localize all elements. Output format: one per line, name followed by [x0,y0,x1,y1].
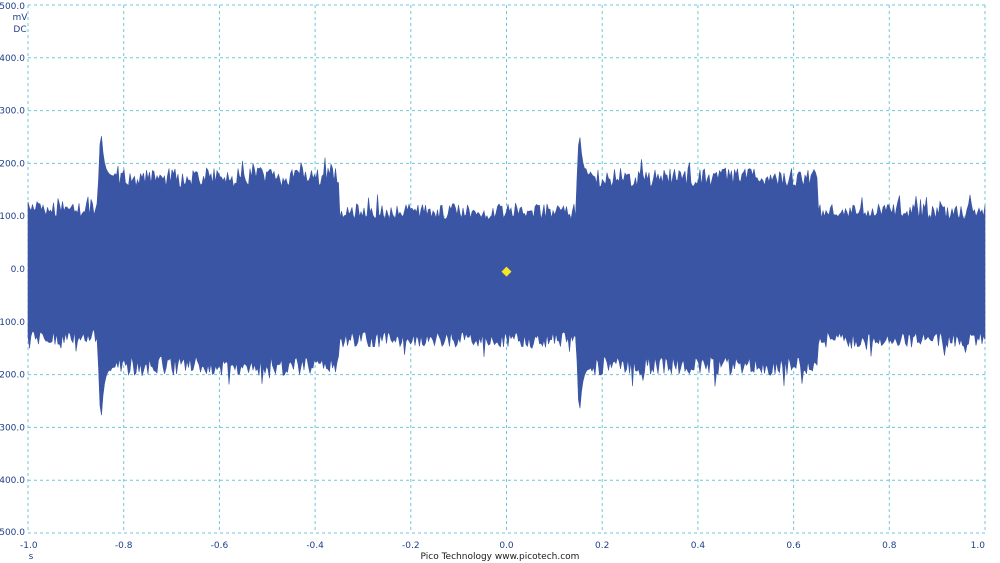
y-tick-label: -200.0 [0,371,25,381]
y-tick-label: 400.0 [0,54,25,64]
y-tick-label: 100.0 [0,212,25,222]
x-tick-label: 1.0 [971,541,986,551]
y-axis-ticks: 500.0 400.0 300.0 200.0 100.0 0.0 -100.0 -200.0… [0,2,25,538]
x-tick-label: 0.4 [691,541,706,551]
y-tick-label: 300.0 [0,107,25,117]
x-axis-ticks: -1.0 -0.8 -0.6 -0.4 -0.2 0.0 0.2 0.4 0.6 0.8 1.0 [20,541,985,551]
x-tick-label: 0.2 [595,541,609,551]
x-tick-label: 0.0 [499,541,514,551]
x-tick-label: -0.2 [402,541,420,551]
oscilloscope-chart: 500.0 400.0 300.0 200.0 100.0 0.0 -100.0 -200.0… [0,2,986,562]
x-tick-label: -1.0 [20,541,38,551]
y-axis-unit-label: mV [13,13,29,23]
y-tick-label: -300.0 [0,423,25,433]
y-tick-label: 200.0 [0,159,25,169]
x-tick-label: -0.8 [115,541,133,551]
y-tick-label: -500.0 [0,528,25,538]
y-tick-label: -100.0 [0,318,25,328]
y-tick-label: -400.0 [0,476,25,486]
y-tick-label: 500.0 [0,2,25,12]
x-tick-label: -0.4 [306,541,324,551]
y-tick-label: 0.0 [11,265,26,275]
y-axis-coupling-label: DC [13,25,26,35]
x-tick-label: -0.6 [211,541,229,551]
x-axis-unit-label: s [29,552,34,562]
x-tick-label: 0.8 [882,541,897,551]
x-tick-label: 0.6 [786,541,801,551]
chart-credit: Pico Technology www.picotech.com [421,552,580,562]
